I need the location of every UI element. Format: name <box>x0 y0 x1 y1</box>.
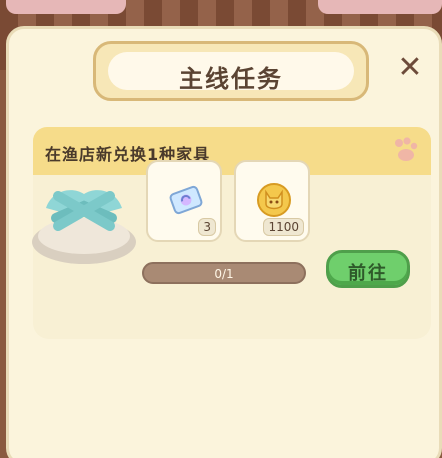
dialog-title: 主线任务 <box>179 65 283 93</box>
background-ornament <box>318 0 442 14</box>
progress-bar: 0/1 <box>142 262 306 284</box>
progress-text: 0/1 <box>214 267 234 281</box>
reward-count: 1100 <box>263 218 304 236</box>
close-button[interactable]: ✕ <box>393 51 427 85</box>
background-ornament <box>6 0 126 14</box>
ticket-icon <box>169 185 203 215</box>
paw-print-icon <box>395 137 418 161</box>
reward-item-ticket[interactable]: 3 <box>146 160 222 242</box>
reward-item-coin[interactable]: 1100 <box>234 160 310 242</box>
furniture-reward-icon <box>32 190 136 264</box>
reward-count: 3 <box>198 218 216 236</box>
coin-icon <box>257 183 291 217</box>
go-button-label: 前往 <box>348 263 388 284</box>
close-icon: ✕ <box>397 50 423 85</box>
go-button[interactable]: 前往 <box>326 250 410 288</box>
title-plate: 主线任务 <box>93 41 369 101</box>
